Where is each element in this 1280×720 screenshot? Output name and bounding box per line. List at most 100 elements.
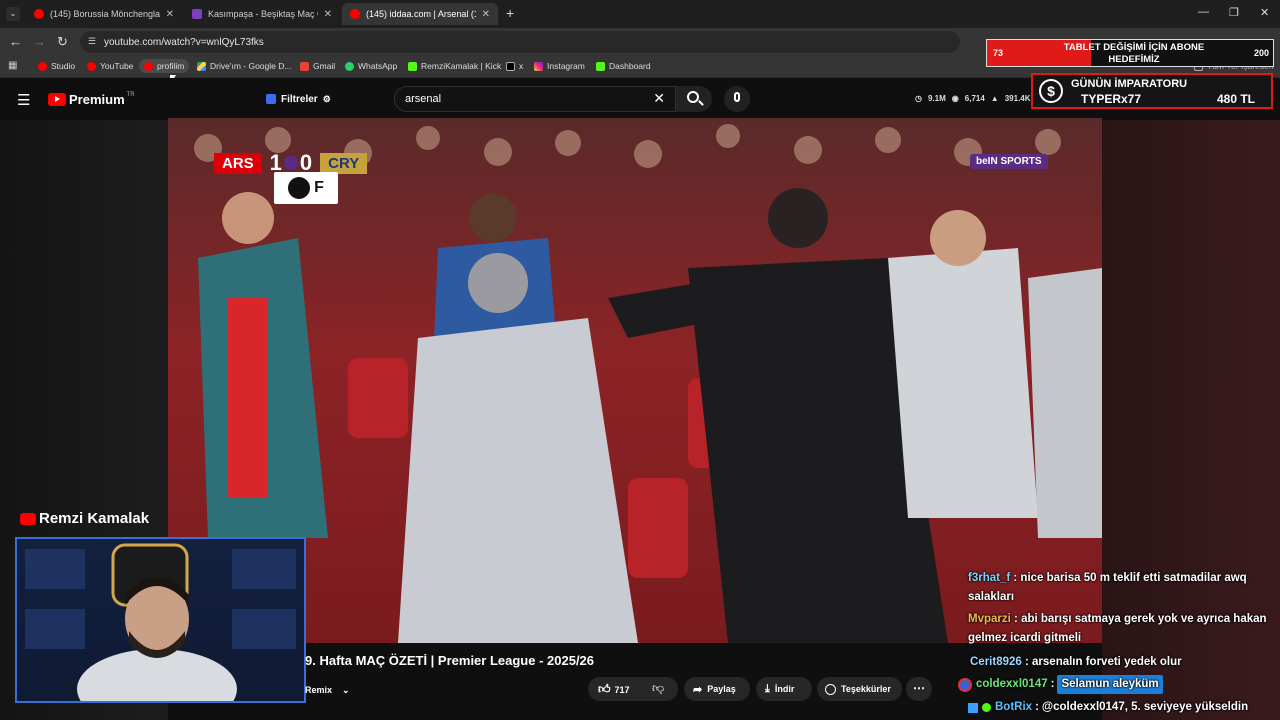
youtube-icon [87, 61, 96, 71]
chat-text: arsenalın forveti yedek olur [1032, 656, 1182, 668]
thumbs-up-icon: 👍︎ [598, 682, 611, 696]
bookmark-drive[interactable]: Drive'ım - Google D... [197, 61, 291, 71]
chat-user: BotRix [995, 701, 1033, 713]
close-window-icon[interactable]: ✕ [1260, 6, 1269, 19]
minimize-icon[interactable]: — [1198, 6, 1209, 18]
bookmark-profilim[interactable]: profilim [139, 59, 190, 73]
emperor-name: TYPERx77 [1081, 92, 1142, 106]
goal-current: 73 [993, 48, 1004, 58]
streamer-label: Remzi Kamalak [20, 510, 149, 527]
youtube-icon [20, 512, 36, 525]
video-title: 9. Hafta MAÇ ÖZETİ | Premier League - 20… [305, 653, 595, 668]
bookmark-whatsapp[interactable]: WhatsApp [345, 61, 397, 71]
bookmark-kick[interactable]: RemziKamalak | Kick [408, 61, 501, 71]
chat-overlay: f3rhat_f : nice barisa 50 m teklif etti … [958, 569, 1274, 719]
download-button[interactable]: ⤓ İndir [756, 677, 812, 701]
dislike-button[interactable]: 👎︎ [652, 681, 664, 696]
new-tab-button[interactable]: + [506, 5, 514, 21]
filter-app-icon [266, 94, 276, 104]
chat-message: BotRix: @coldexxl0147, 5. seviyeye yükse… [968, 698, 1274, 717]
tab-iddaa[interactable]: (145) iddaa.com | Arsenal (1-0) ✕ [342, 3, 498, 25]
fc-logo-icon: F [314, 179, 324, 196]
tab-title: (145) iddaa.com | Arsenal (1-0) [366, 9, 476, 19]
bot-icon [968, 702, 978, 713]
share-icon: ➦ [693, 683, 703, 696]
filter-button[interactable]: Filtreler ⚙ [266, 90, 331, 108]
thumbs-down-icon: 👎︎ [652, 681, 665, 695]
chat-user: coldexxl0147 [976, 678, 1048, 690]
tab-title: (145) Borussia Mönchengladbach [50, 9, 160, 19]
thumb-icon: ▲ [990, 94, 999, 103]
stats-readout: ◷ 9.1M ◉ 6,714 ▲ 391.4K [915, 94, 1031, 103]
youtube-icon [144, 61, 153, 71]
subscriber-goal-bar: 73 TABLET DEĞİŞİMİ İÇİN ABONE HEDEFİMİZ … [986, 39, 1274, 67]
back-icon[interactable]: ← [9, 34, 22, 49]
tab-gladbach[interactable]: (145) Borussia Mönchengladbach ✕ [26, 3, 182, 25]
logo-text: Premium [69, 92, 125, 107]
whatsapp-icon [345, 61, 354, 71]
chat-avatar [958, 677, 972, 692]
restore-icon[interactable]: ❐ [1229, 6, 1239, 19]
search-button[interactable] [676, 86, 712, 112]
home-team: ARS [214, 152, 262, 174]
remix-button[interactable]: Remix ⌄ [305, 680, 350, 700]
youtube-icon [34, 9, 44, 19]
away-team: CRY [320, 152, 368, 174]
close-icon[interactable]: ✕ [324, 9, 332, 20]
webcam-image [25, 543, 296, 701]
video-player[interactable]: ARS 1 0 CRY F beIN SPORTS [168, 118, 1102, 643]
chat-user: Cerit8926 [970, 656, 1022, 668]
views-icon: ◷ [915, 94, 922, 103]
chat-message: f3rhat_f : nice barisa 50 m teklif etti … [968, 572, 1247, 603]
chat-message: coldexxl0147: Selamun aleyküm [958, 675, 1268, 694]
address-bar[interactable]: ☰ youtube.com/watch?v=wnlQyL73fks [80, 31, 960, 53]
share-button[interactable]: ➦ Paylaş [684, 677, 750, 701]
premier-league-icon [283, 156, 298, 170]
x-icon [506, 61, 515, 71]
bookmark-x[interactable]: x [506, 61, 523, 71]
chat-message: Mvparzi : abi barışı satmaya gerek yok v… [968, 613, 1267, 644]
emperor-amount: 480 TL [1216, 92, 1255, 106]
bookmark-youtube[interactable]: YouTube [87, 61, 133, 71]
bookmark-studio[interactable]: Studio [38, 61, 75, 71]
clear-search-icon[interactable]: ✕ [653, 90, 665, 107]
more-icon: ⋯ [913, 681, 925, 695]
youtube-logo[interactable]: Premium TR [48, 92, 135, 107]
bookmark-gmail[interactable]: Gmail [300, 61, 335, 71]
close-icon[interactable]: ✕ [482, 9, 490, 20]
bookmark-dashboard[interactable]: Dashboard [596, 61, 651, 71]
apps-icon[interactable]: ▦ [8, 60, 17, 71]
top-donor-panel: $ GÜNÜN İMPARATORU TYPERx77 480 TL [1031, 73, 1273, 109]
like-button[interactable]: 👍︎ 717 [598, 682, 630, 697]
sliders-icon: ⚙ [322, 93, 331, 104]
instagram-icon [534, 61, 543, 71]
download-icon: ⤓ [765, 682, 770, 695]
logo-region: TR [126, 91, 135, 98]
webcam-frame [15, 537, 306, 703]
dollar-icon: $ [1039, 79, 1063, 103]
voice-search-button[interactable] [724, 86, 750, 112]
kick-icon [596, 61, 605, 71]
menu-icon[interactable]: ☰ [17, 91, 30, 109]
ea-sports-badge: F [274, 172, 338, 204]
tab-title: Kasımpaşa - Beşiktaş Maç Özeti [208, 9, 318, 19]
site-icon [192, 9, 202, 19]
youtube-icon [38, 61, 47, 71]
search-input[interactable]: arsenal ✕ [394, 86, 676, 112]
drive-icon [197, 61, 206, 71]
eye-icon: ◉ [951, 94, 959, 103]
verified-icon [982, 703, 991, 712]
kick-icon [408, 61, 417, 71]
goal-text: TABLET DEĞİŞİMİ İÇİN ABONE HEDEFİMİZ [1063, 42, 1205, 65]
close-icon[interactable]: ✕ [166, 9, 174, 20]
reload-icon[interactable]: ↻ [57, 34, 68, 50]
site-info-icon[interactable]: ☰ [88, 36, 96, 47]
bookmark-instagram[interactable]: Instagram [534, 61, 585, 71]
chevron-down-icon: ⌄ [342, 684, 350, 695]
thanks-button[interactable]: Teşekkürler [817, 677, 902, 701]
forward-icon[interactable]: → [33, 34, 46, 49]
chat-text: @coldexxl0147, 5. seviyeye yükseldin [1041, 701, 1249, 713]
tab-search-icon[interactable]: ⌄ [6, 7, 20, 21]
more-actions-button[interactable]: ⋯ [906, 677, 932, 701]
tab-kasimpasa[interactable]: Kasımpaşa - Beşiktaş Maç Özeti ✕ [184, 3, 340, 25]
